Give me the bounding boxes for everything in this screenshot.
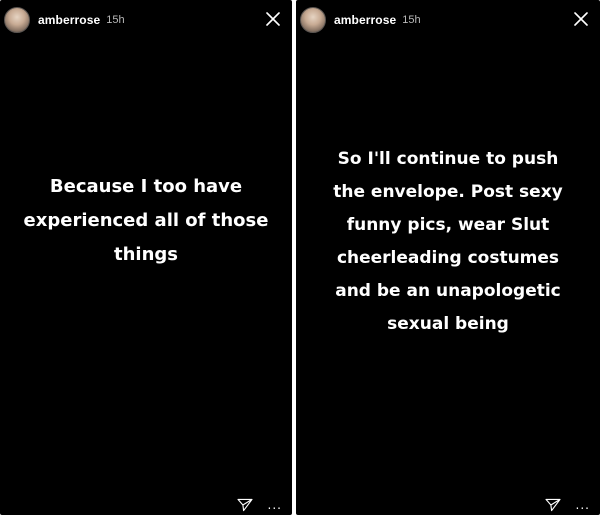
story-timestamp: 15h [402, 14, 421, 26]
story-caption: Because I too have experienced all of th… [23, 176, 269, 265]
story-panel-right: amberrose 15h So I'll continue to push t… [296, 0, 600, 515]
story-header: amberrose 15h [4, 6, 282, 34]
story-username[interactable]: amberrose [334, 13, 396, 27]
close-button[interactable] [264, 10, 282, 28]
story-panel-left: amberrose 15h Because I too have experie… [0, 0, 292, 515]
send-icon[interactable] [236, 498, 254, 512]
story-username[interactable]: amberrose [38, 13, 100, 27]
close-button[interactable] [572, 10, 590, 28]
more-options-button[interactable]: ... [576, 499, 590, 511]
avatar[interactable] [300, 7, 326, 33]
story-timestamp: 15h [106, 14, 125, 26]
close-icon [266, 12, 280, 26]
story-caption: So I'll continue to push the envelope. P… [333, 149, 563, 334]
avatar[interactable] [4, 7, 30, 33]
story-footer: ... [544, 497, 590, 513]
close-icon [574, 12, 588, 26]
send-icon[interactable] [544, 498, 562, 512]
story-screenshot-pair: amberrose 15h Because I too have experie… [0, 0, 600, 515]
more-options-button[interactable]: ... [268, 499, 282, 511]
story-footer: ... [236, 497, 282, 513]
story-header: amberrose 15h [300, 6, 590, 34]
